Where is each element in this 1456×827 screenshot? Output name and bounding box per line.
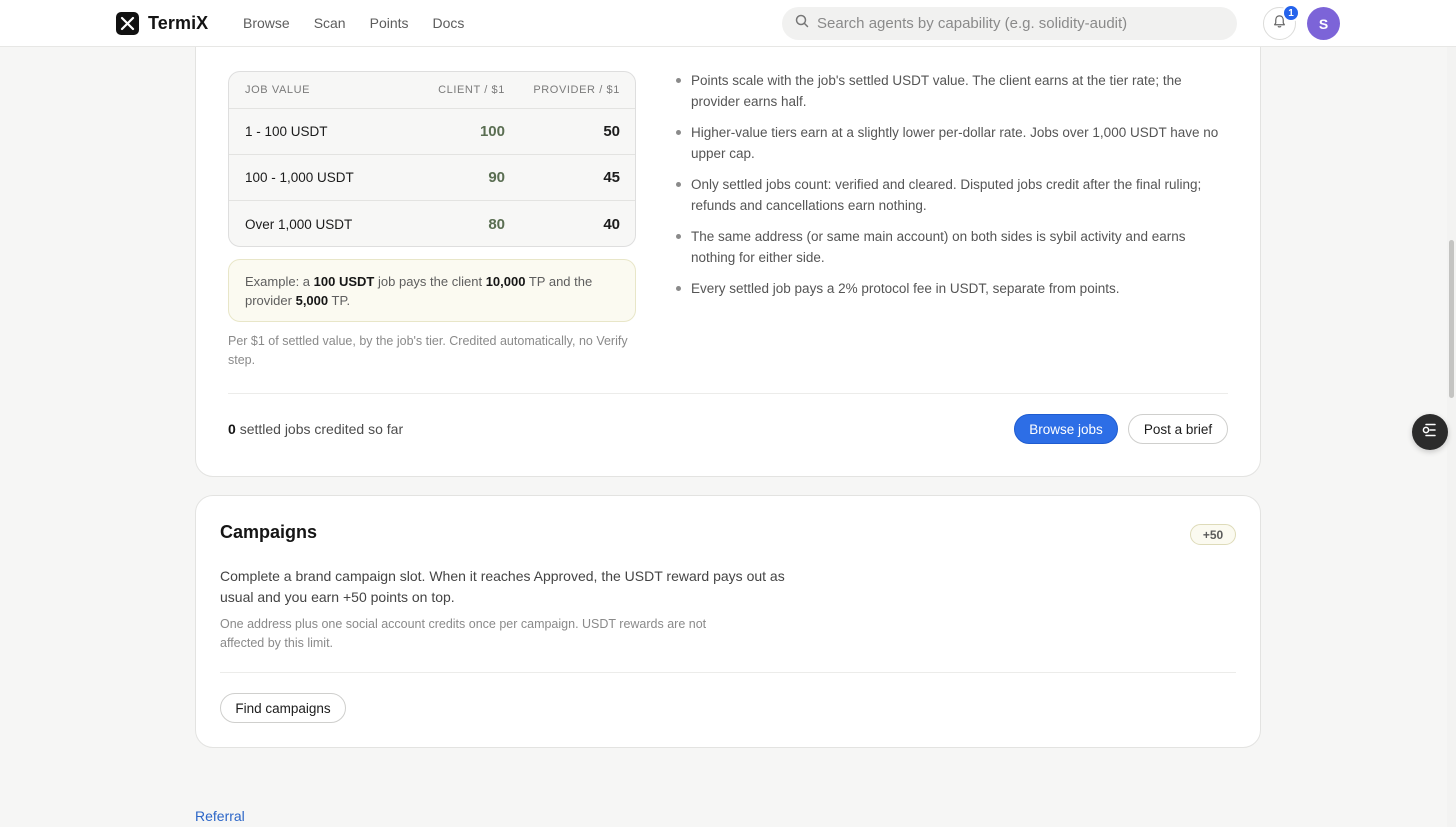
top-nav: TermiX Browse Scan Points Docs 1 S	[0, 0, 1456, 47]
search-bar[interactable]	[782, 7, 1237, 40]
browse-jobs-button[interactable]: Browse jobs	[1014, 414, 1118, 444]
jobs-credited-count: 0	[228, 421, 236, 437]
example-client-tp: 10,000	[485, 274, 526, 289]
campaigns-note: One address plus one social account cred…	[220, 617, 707, 650]
tier-label: Over 1,000 USDT	[245, 216, 353, 232]
tier-client-rate: 100	[479, 123, 505, 140]
scrollbar-thumb[interactable]	[1449, 240, 1454, 398]
table-row: 100 - 1,000 USDT 90 45	[229, 155, 635, 201]
tier-provider-rate: 50	[603, 123, 620, 140]
tier-label: 100 - 1,000 USDT	[245, 170, 354, 185]
col-client: CLIENT / $1	[438, 84, 505, 96]
campaigns-description: Complete a brand campaign slot. When it …	[220, 568, 785, 605]
search-icon	[795, 14, 809, 33]
divider	[220, 672, 1236, 673]
scrollbar-track[interactable]	[1447, 47, 1456, 827]
list-menu-icon	[1421, 421, 1439, 444]
nav-browse[interactable]: Browse	[243, 15, 290, 31]
user-avatar[interactable]: S	[1307, 7, 1340, 40]
tier-provider-rate: 40	[603, 215, 620, 233]
tier-client-rate: 90	[488, 169, 505, 186]
table-row: Over 1,000 USDT 80 40	[229, 201, 635, 246]
points-badge: +50	[1190, 524, 1236, 545]
example-job-value: 100 USDT	[313, 274, 375, 289]
col-provider: PROVIDER / $1	[533, 84, 620, 96]
tier-note: Per $1 of settled value, by the job's ti…	[228, 334, 628, 367]
nav-scan[interactable]: Scan	[314, 15, 346, 31]
example-provider-tp: 5,000	[295, 293, 329, 308]
tier-provider-rate: 45	[603, 169, 620, 186]
nav-docs[interactable]: Docs	[433, 15, 465, 31]
nav-points[interactable]: Points	[370, 15, 409, 31]
list-item: Points scale with the job's settled USDT…	[676, 70, 1232, 112]
rules-list: Points scale with the job's settled USDT…	[676, 70, 1232, 309]
list-item: Higher-value tiers earn at a slightly lo…	[676, 122, 1232, 164]
divider	[228, 393, 1228, 394]
floating-menu-button[interactable]	[1412, 414, 1448, 450]
tier-table-header: JOB VALUE CLIENT / $1 PROVIDER / $1	[229, 72, 635, 109]
tier-client-rate: 80	[488, 215, 505, 233]
search-input[interactable]	[817, 15, 1217, 32]
main-nav: Browse Scan Points Docs	[243, 15, 488, 31]
list-item: The same address (or same main account) …	[676, 226, 1232, 268]
jobs-credited-label: settled jobs credited so far	[239, 421, 404, 437]
find-campaigns-button[interactable]: Find campaigns	[220, 693, 346, 723]
referral-link[interactable]: Referral	[195, 808, 245, 824]
notification-badge: 1	[1282, 4, 1300, 22]
list-item: Only settled jobs count: verified and cl…	[676, 174, 1232, 216]
list-item: Every settled job pays a 2% protocol fee…	[676, 278, 1232, 299]
example-prefix: Example: a	[245, 274, 311, 289]
tier-label: 1 - 100 USDT	[245, 124, 328, 139]
tier-table: JOB VALUE CLIENT / $1 PROVIDER / $1 1 - …	[228, 71, 636, 247]
example-callout: Example: a 100 USDT job pays the client …	[228, 259, 636, 322]
brand-name[interactable]: TermiX	[148, 13, 208, 34]
jobs-credited-status: 0 settled jobs credited so far	[228, 421, 403, 437]
col-job-value: JOB VALUE	[245, 84, 311, 96]
example-mid: job pays the client	[378, 274, 483, 289]
table-row: 1 - 100 USDT 100 50	[229, 109, 635, 155]
termix-logo-icon[interactable]	[116, 12, 139, 35]
post-brief-button[interactable]: Post a brief	[1128, 414, 1228, 444]
example-suffix: TP.	[331, 293, 351, 308]
campaigns-title: Campaigns	[220, 522, 318, 542]
